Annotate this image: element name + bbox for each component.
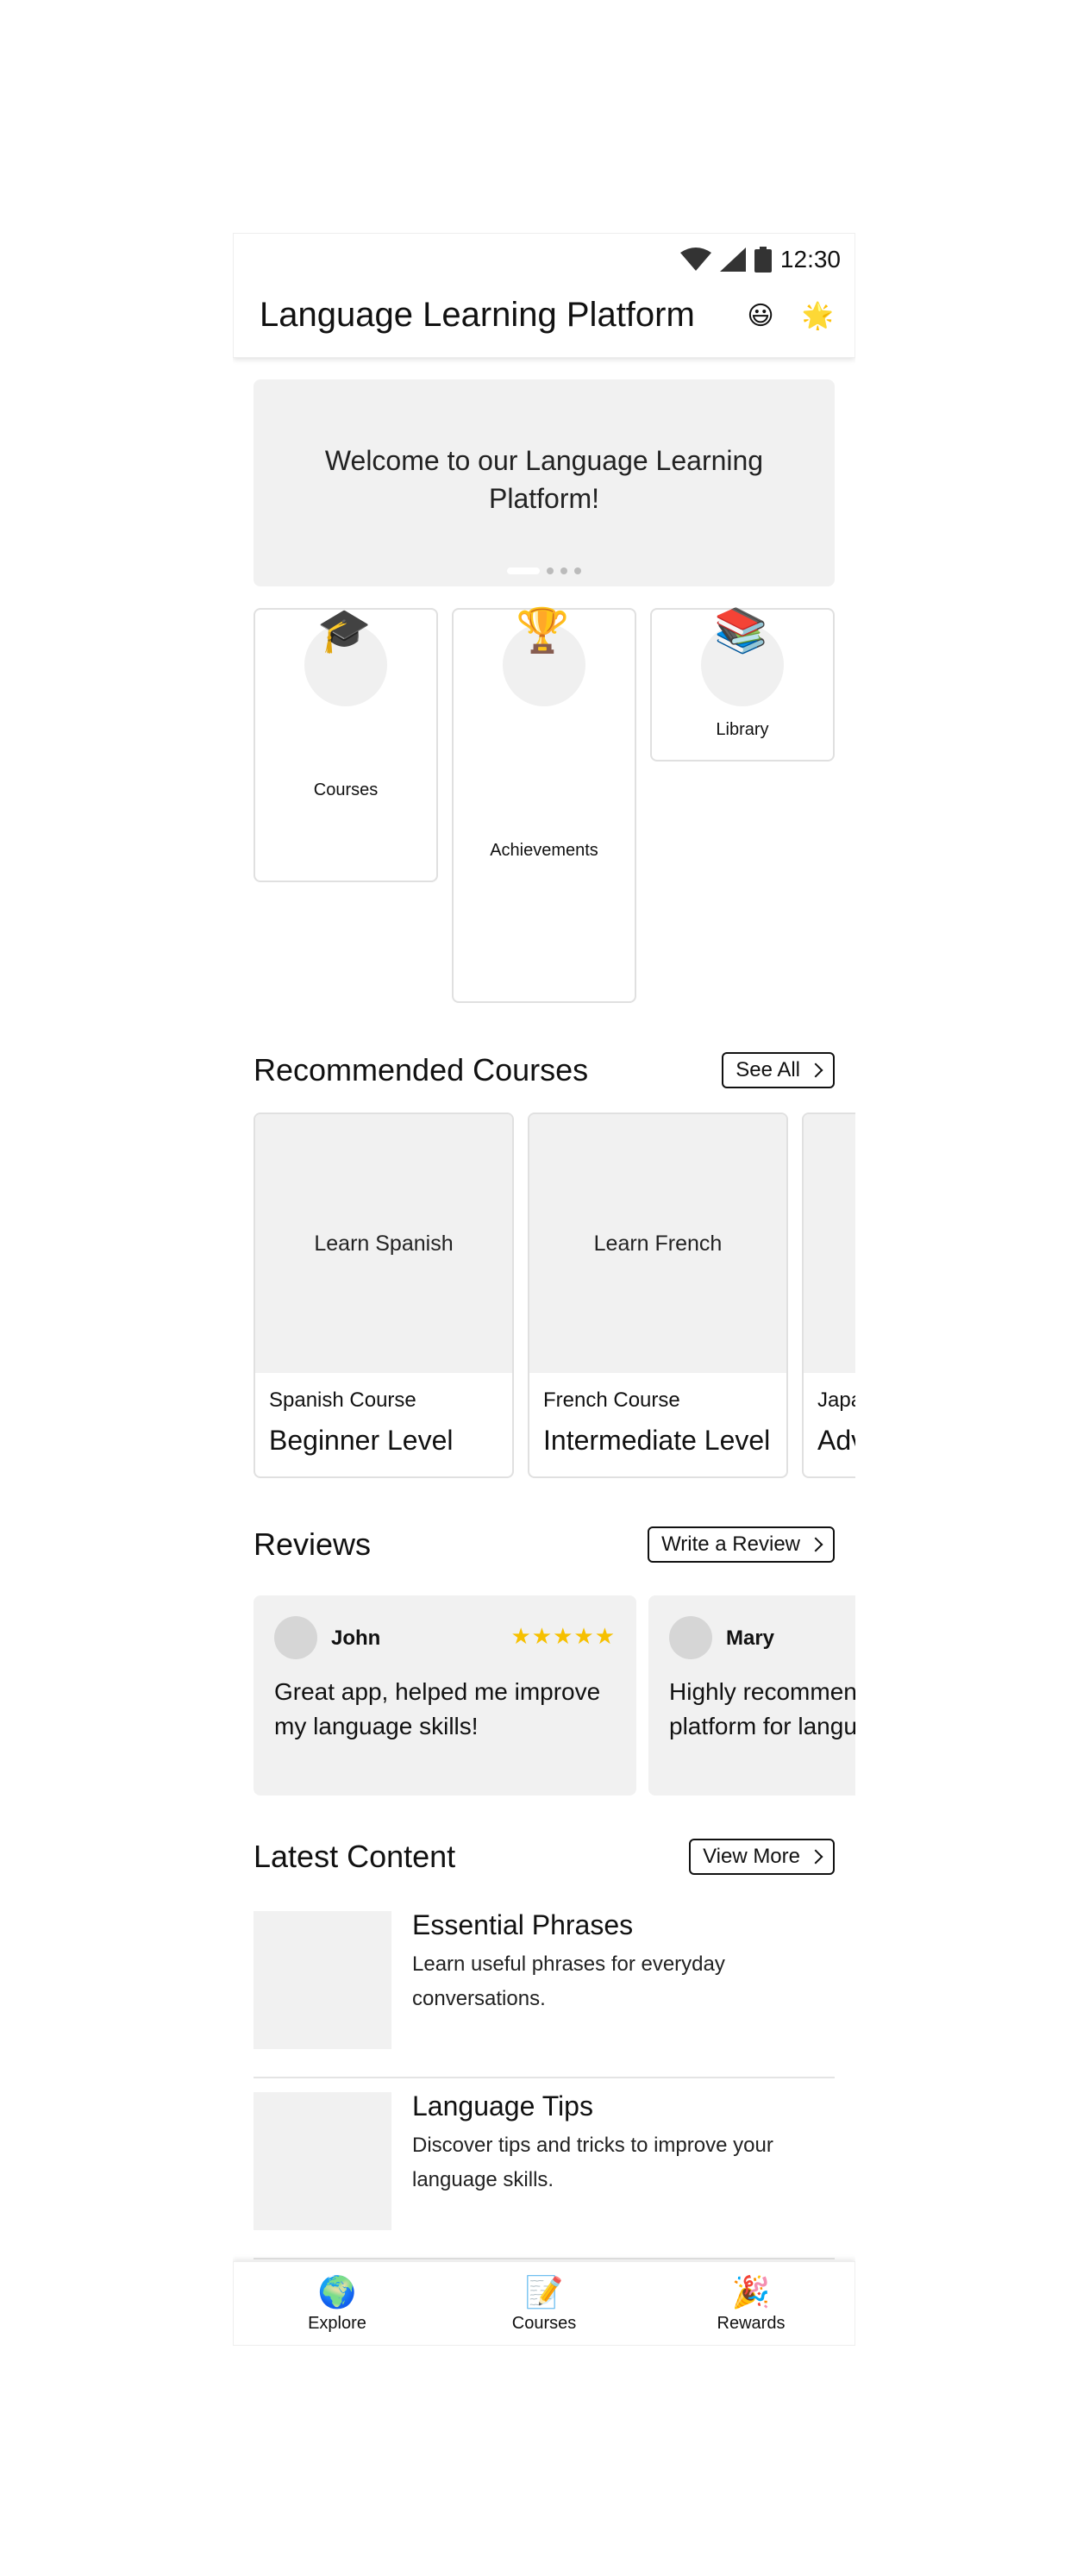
- write-review-button[interactable]: Write a Review: [648, 1526, 835, 1563]
- avatar: [274, 1616, 317, 1659]
- nav-item-rewards[interactable]: 🎉 Rewards: [648, 2262, 855, 2345]
- view-more-button[interactable]: View More: [689, 1839, 835, 1875]
- smiley-icon[interactable]: 😃: [747, 301, 773, 331]
- carousel-indicator: [254, 567, 835, 574]
- books-icon: 📚: [714, 606, 768, 655]
- course-card[interactable]: Learn Spanish Spanish Course Beginner Le…: [254, 1113, 514, 1478]
- tile-achievements[interactable]: 🏆 Achievements: [452, 606, 636, 1003]
- carousel-text: Welcome to our Language Learning Platfor…: [324, 445, 764, 514]
- tile-label: Library: [716, 720, 769, 739]
- carousel-dot[interactable]: [574, 567, 581, 574]
- course-subtitle: Spanish Course: [269, 1388, 416, 1412]
- course-level: Intermediate Level: [543, 1425, 771, 1456]
- list-item[interactable]: Language Tips Discover tips and tricks t…: [254, 2078, 835, 2259]
- battery-icon: [754, 247, 772, 273]
- course-card[interactable]: Japa Adv: [802, 1113, 855, 1478]
- chevron-right-icon: [808, 1062, 823, 1078]
- review-card: John ★★★★★ Great app, helped me improve …: [254, 1595, 636, 1796]
- tile-library[interactable]: 📚 Library: [650, 606, 835, 762]
- signal-icon: [719, 248, 746, 272]
- review-card: Mary ★★★★★ Highly recommen platform for …: [648, 1595, 855, 1796]
- content-description: Discover tips and tricks to improve your…: [412, 2134, 773, 2191]
- party-popper-icon: 🎉: [731, 2273, 771, 2310]
- carousel-dot-active[interactable]: [507, 567, 540, 574]
- chevron-right-icon: [808, 1849, 823, 1865]
- reviewer-name: Mary: [726, 1626, 775, 1650]
- course-image: Learn Spanish: [255, 1114, 512, 1373]
- carousel-dot[interactable]: [547, 567, 554, 574]
- content-thumbnail: [254, 1911, 391, 2049]
- reviewer-name: John: [331, 1626, 381, 1650]
- section-title-recommended: Recommended Courses: [254, 1052, 589, 1087]
- nav-label: Explore: [308, 2313, 366, 2333]
- write-review-label: Write a Review: [661, 1532, 800, 1556]
- course-subtitle: French Course: [543, 1388, 680, 1412]
- nav-label: Rewards: [717, 2313, 786, 2333]
- star-icon[interactable]: 🌟: [802, 301, 834, 331]
- graduation-cap-icon: 🎓: [317, 606, 372, 655]
- memo-icon: 📝: [524, 2273, 564, 2310]
- status-bar: 12:30: [679, 242, 841, 277]
- view-more-label: View More: [703, 1845, 800, 1868]
- trophy-icon: 🏆: [516, 606, 570, 655]
- status-time: 12:30: [779, 246, 841, 273]
- content-description: Learn useful phrases for everyday conver…: [412, 1952, 725, 2010]
- page-title: Language Learning Platform: [260, 296, 695, 334]
- course-card[interactable]: Learn French French Course Intermediate …: [528, 1113, 788, 1478]
- see-all-button[interactable]: See All: [722, 1052, 835, 1088]
- nav-item-explore[interactable]: 🌍 Explore: [234, 2262, 441, 2345]
- content-title: Language Tips: [412, 2090, 593, 2122]
- app-screen: 12:30 Language Learning Platform 😃 🌟 Wel…: [233, 233, 855, 2346]
- review-text: Highly recommen platform for langu: [669, 1675, 855, 1744]
- review-text-content: Highly recommen platform for langu: [669, 1678, 855, 1739]
- bottom-nav: 🌍 Explore 📝 Courses 🎉 Rewards: [233, 2261, 855, 2346]
- course-level: Beginner Level: [269, 1425, 454, 1456]
- see-all-label: See All: [736, 1058, 800, 1081]
- avatar: [669, 1616, 712, 1659]
- course-image: Learn French: [529, 1114, 786, 1373]
- course-level: Adv: [817, 1425, 855, 1456]
- tile-label: Achievements: [490, 841, 598, 860]
- list-item[interactable]: Essential Phrases Learn useful phrases f…: [254, 1897, 835, 2078]
- welcome-carousel[interactable]: Welcome to our Language Learning Platfor…: [254, 379, 835, 586]
- star-rating: ★★★★★: [510, 1623, 616, 1649]
- wifi-icon: [679, 248, 711, 271]
- course-subtitle: Japa: [817, 1388, 855, 1412]
- top-bar: 12:30 Language Learning Platform 😃 🌟: [233, 233, 855, 358]
- content-title: Essential Phrases: [412, 1909, 634, 1940]
- nav-item-courses[interactable]: 📝 Courses: [441, 2262, 648, 2345]
- globe-icon: 🌍: [317, 2273, 357, 2310]
- content-thumbnail: [254, 2092, 391, 2230]
- appbar-actions: 😃 🌟: [747, 301, 834, 331]
- review-text: Great app, helped me improve my language…: [274, 1678, 601, 1739]
- tile-label: Courses: [313, 780, 379, 799]
- section-title-latest: Latest Content: [254, 1839, 456, 1874]
- tile-courses[interactable]: 🎓 Courses: [254, 606, 438, 882]
- nav-label: Courses: [511, 2313, 577, 2333]
- section-title-reviews: Reviews: [254, 1526, 372, 1562]
- chevron-right-icon: [808, 1537, 823, 1552]
- carousel-dot[interactable]: [560, 567, 567, 574]
- course-image: [804, 1114, 855, 1373]
